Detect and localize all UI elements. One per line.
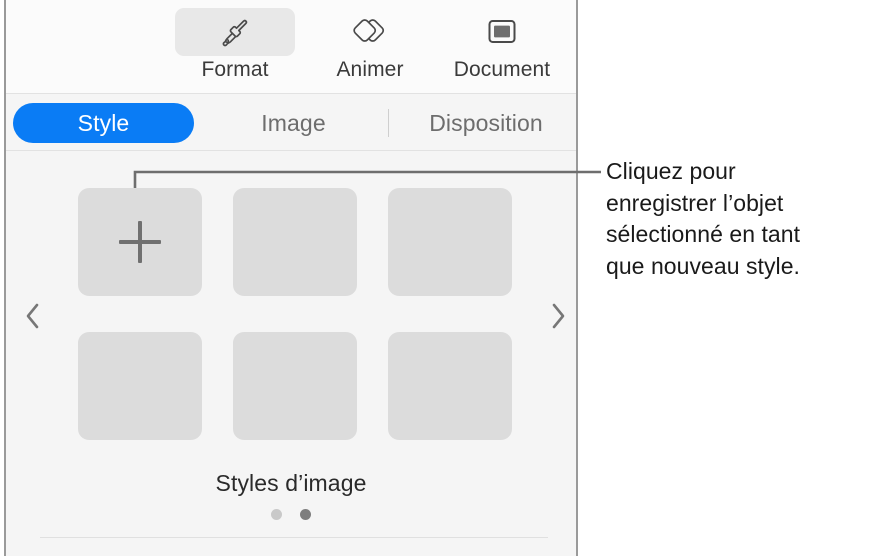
diamonds-icon	[310, 8, 430, 56]
styles-grid-caption: Styles d’image	[215, 470, 367, 496]
add-style-swatch[interactable]	[78, 188, 202, 296]
page-dots	[6, 509, 576, 520]
footer-divider	[40, 537, 548, 538]
page-dot-1[interactable]	[271, 509, 282, 520]
segment-style[interactable]: Style	[13, 103, 194, 143]
style-swatch[interactable]	[233, 188, 357, 296]
segment-divider	[388, 109, 389, 137]
segment-disposition-label: Disposition	[429, 109, 543, 136]
style-swatch[interactable]	[233, 332, 357, 440]
image-styles-grid	[78, 188, 512, 440]
segment-style-label: Style	[77, 109, 130, 136]
callout-line-3: sélectionné en tant	[606, 221, 801, 247]
inspector-toolbar: Format Animer Document	[6, 0, 576, 94]
style-swatch[interactable]	[388, 188, 512, 296]
segment-image[interactable]: Image	[226, 103, 361, 143]
callout-line-1: Cliquez pour	[606, 158, 736, 184]
chevron-left-icon[interactable]	[16, 298, 50, 334]
page-dot-2[interactable]	[300, 509, 311, 520]
plus-icon	[119, 221, 161, 263]
paintbrush-icon	[175, 8, 295, 56]
toolbar-tab-format[interactable]: Format	[171, 8, 299, 86]
segment-disposition[interactable]: Disposition	[396, 103, 576, 143]
segment-image-label: Image	[261, 109, 326, 136]
document-icon	[442, 8, 562, 56]
toolbar-tab-animer[interactable]: Animer	[306, 8, 434, 86]
callout-line-4: que nouveau style.	[606, 252, 800, 279]
inspector-segmented-control: Style Image Disposition	[6, 94, 576, 151]
chevron-right-icon[interactable]	[541, 298, 575, 334]
toolbar-tab-animer-label: Animer	[336, 58, 404, 81]
toolbar-tab-format-label: Format	[201, 58, 269, 81]
style-swatch[interactable]	[388, 332, 512, 440]
toolbar-tab-document[interactable]: Document	[438, 8, 566, 86]
format-inspector-panel: Format Animer Document Style Image Dispo…	[4, 0, 578, 556]
callout-text: Cliquez pour enregistrer l’objet sélecti…	[606, 156, 868, 282]
toolbar-tab-document-label: Document	[453, 58, 551, 81]
callout-line-2: enregistrer l’objet	[606, 189, 784, 216]
style-swatch[interactable]	[78, 332, 202, 440]
